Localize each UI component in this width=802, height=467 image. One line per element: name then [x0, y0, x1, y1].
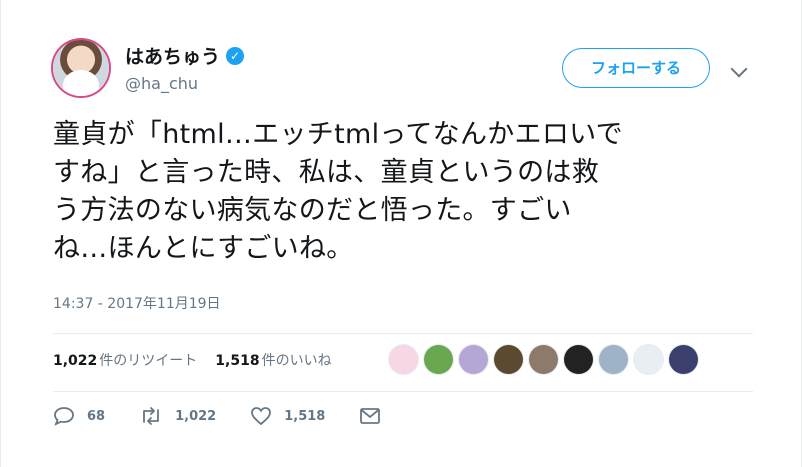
like-icon: [251, 407, 272, 426]
like-stat[interactable]: 1,518 件のいいね: [215, 350, 331, 370]
display-name[interactable]: はあちゅう: [125, 42, 220, 69]
divider: [53, 333, 753, 334]
like-action-count: 1,518: [284, 408, 326, 424]
reply-icon: [54, 407, 74, 426]
retweet-icon: [143, 407, 159, 425]
follow-button[interactable]: フォローする: [562, 48, 710, 88]
liker-avatar[interactable]: [424, 345, 453, 374]
retweet-stat[interactable]: 1,022 件のリツイート: [53, 350, 197, 370]
liker-avatar[interactable]: [389, 345, 418, 374]
like-label: 件のいいね: [261, 353, 332, 369]
retweet-count: 1,022: [53, 353, 98, 369]
tweet-timestamp[interactable]: 14:37 - 2017年11月19日: [53, 293, 221, 313]
liker-avatar[interactable]: [529, 345, 558, 374]
retweet-action-count: 1,022: [175, 408, 217, 424]
tweet-card: はあちゅう ✓ @ha_chu フォローする 童貞が「html…エッチtmlって…: [0, 0, 802, 467]
like-count: 1,518: [215, 353, 260, 369]
user-name-row[interactable]: はあちゅう ✓: [125, 42, 245, 69]
message-icon: [360, 408, 381, 424]
liker-avatar[interactable]: [564, 345, 593, 374]
liker-avatar[interactable]: [634, 345, 663, 374]
engagement-stats: 1,022 件のリツイート 1,518 件のいいね: [53, 350, 350, 370]
reply-button[interactable]: 68: [53, 406, 105, 426]
chevron-down-icon[interactable]: [730, 60, 748, 78]
liker-avatars: [389, 345, 698, 374]
verified-icon: ✓: [226, 46, 245, 65]
reply-count: 68: [87, 408, 106, 424]
tweet-actions: 68 1,022 1,518: [53, 406, 415, 426]
liker-avatar[interactable]: [459, 345, 488, 374]
message-button[interactable]: [359, 407, 381, 425]
retweet-button[interactable]: 1,022: [139, 406, 216, 426]
liker-avatar[interactable]: [669, 345, 698, 374]
retweet-label: 件のリツイート: [99, 353, 198, 369]
tweet-text: 童貞が「html…エッチtmlってなんかエロいで すね」と言った時、私は、童貞と…: [53, 119, 623, 264]
like-button[interactable]: 1,518: [250, 406, 325, 426]
user-handle[interactable]: @ha_chu: [125, 74, 198, 93]
user-avatar[interactable]: [53, 40, 109, 96]
liker-avatar[interactable]: [494, 345, 523, 374]
divider: [53, 391, 753, 392]
liker-avatar[interactable]: [599, 345, 628, 374]
